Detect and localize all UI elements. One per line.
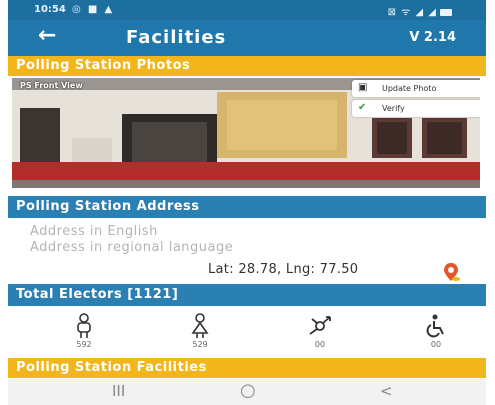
polling-station-photo[interactable]: PS Front View ▣ Update Photo ✔ Verify: [12, 78, 480, 188]
electors-section-header: Total Electors [1121]: [8, 284, 486, 306]
facilities-section-header: Polling Station Facilities: [8, 358, 486, 378]
status-time: 10:54: [34, 4, 66, 15]
third-gender-count: 00: [314, 340, 326, 349]
recents-icon[interactable]: III: [112, 382, 125, 400]
verify-button[interactable]: ✔ Verify: [352, 100, 480, 117]
page-title: Facilities: [126, 27, 227, 48]
disabled-electors: 00: [406, 310, 466, 356]
version-label: V 2.14: [409, 30, 456, 45]
female-electors: 529: [170, 310, 230, 356]
photos-section-header: Polling Station Photos: [8, 56, 486, 76]
update-photo-label: Update Photo: [382, 84, 437, 93]
app-bar: ← Facilities V 2.14: [8, 20, 486, 56]
system-nav-bar: III ○ <: [8, 379, 486, 405]
back-nav-icon[interactable]: <: [380, 382, 393, 400]
address-section-header: Polling Station Address: [8, 196, 486, 218]
network-icons: ⊠ ᯤ ◢ ◢: [387, 7, 437, 18]
back-arrow-icon[interactable]: ←: [38, 23, 56, 48]
checkmark-icon: ✔: [358, 102, 367, 113]
update-photo-button[interactable]: ▣ Update Photo: [352, 80, 480, 97]
lat-lng-readout: Lat: 28.78, Lng: 77.50: [208, 262, 359, 277]
status-bar: 10:54 ◎ ■ ▲ ⊠ ᯤ ◢ ◢: [8, 0, 486, 20]
address-english: Address in English: [30, 224, 158, 239]
phone-screen: 10:54 ◎ ■ ▲ ⊠ ᯤ ◢ ◢ ← Facilities V 2.14 …: [8, 0, 486, 405]
verify-label: Verify: [382, 104, 405, 113]
wheelchair-icon: [426, 314, 444, 338]
photo-caption: PS Front View: [20, 81, 83, 90]
home-icon[interactable]: ○: [240, 380, 256, 401]
disabled-count: 00: [430, 340, 442, 349]
male-count: 592: [76, 340, 92, 349]
male-electors: 592: [54, 310, 114, 356]
female-voter-icon: [191, 313, 209, 338]
address-regional: Address in regional language: [30, 240, 234, 255]
third-gender-electors: 00: [290, 310, 350, 356]
third-gender-icon: [309, 316, 331, 335]
location-pin-icon[interactable]: [442, 262, 460, 282]
carousel-indicator: [244, 182, 262, 188]
electors-breakdown: 592 529 00 00: [8, 310, 486, 356]
battery-icon: [440, 8, 452, 16]
notification-icons: ◎ ■ ▲: [72, 4, 115, 15]
male-voter-icon: [77, 313, 91, 338]
camera-icon: ▣: [358, 82, 368, 93]
female-count: 529: [192, 340, 208, 349]
signal-icons: ⊠ ᯤ ◢ ◢: [388, 4, 452, 18]
